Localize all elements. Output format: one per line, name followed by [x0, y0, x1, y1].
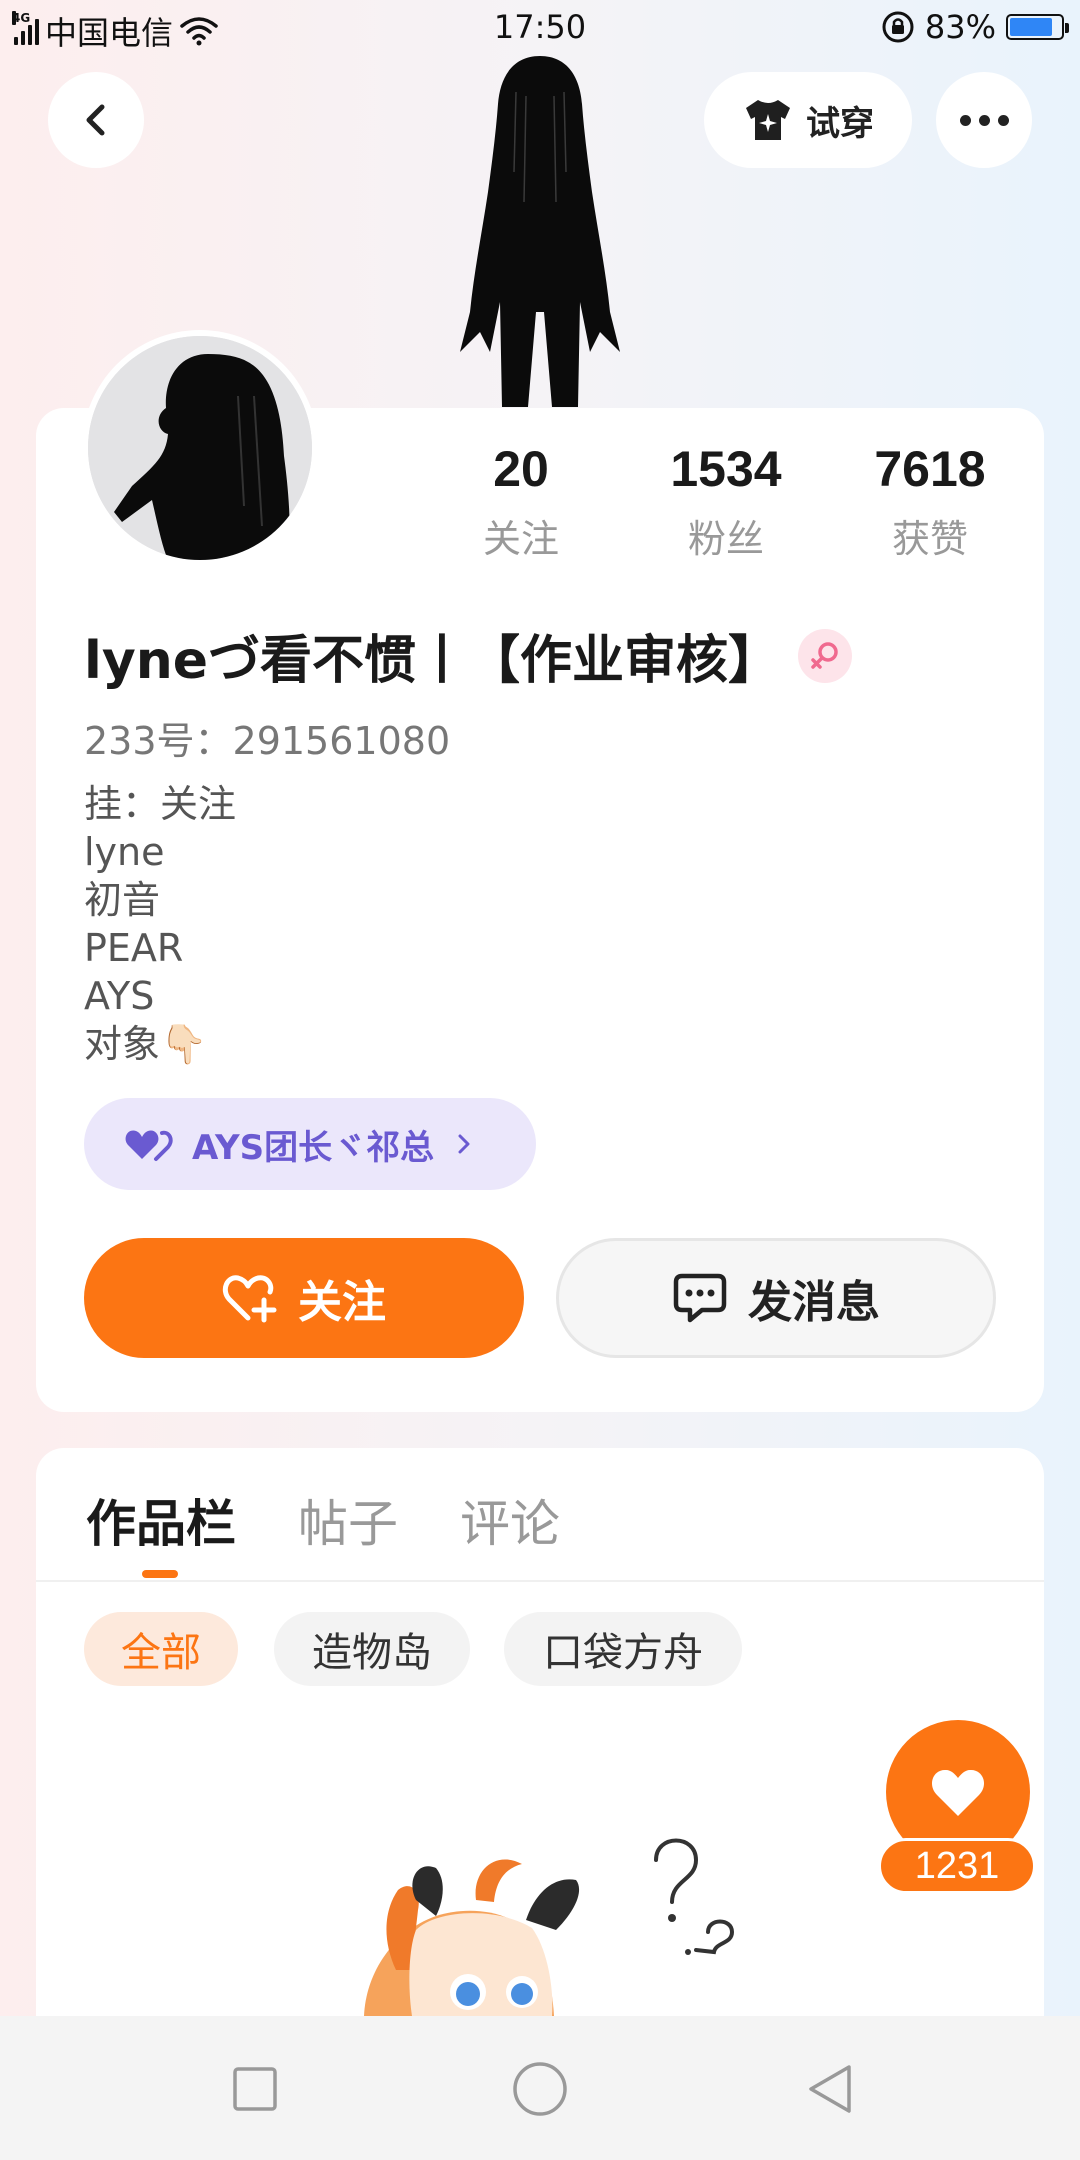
tab-posts[interactable]: 帖子 [298, 1484, 398, 1556]
bio-line: lyne [84, 830, 165, 874]
character-figure [460, 56, 620, 407]
back-nav-button[interactable] [796, 2054, 866, 2124]
tab-indicator [142, 1570, 178, 1578]
message-label: 发消息 [748, 1277, 880, 1328]
like-count: 1231 [878, 1838, 1036, 1894]
try-on-button[interactable]: 试穿 [704, 72, 912, 168]
tab-works[interactable]: 作品栏 [86, 1484, 236, 1556]
chip-creation-island[interactable]: 造物岛 [274, 1612, 470, 1686]
female-icon [798, 628, 853, 683]
status-bar: 4G 中国电信 17:50 83% [0, 0, 1080, 56]
heart-icon [931, 1769, 985, 1816]
stat-following[interactable]: 20 关注 [421, 440, 621, 563]
chat-bubble-icon [673, 1273, 727, 1323]
group-badge[interactable]: AYS团长ヾ祁总 [84, 1098, 536, 1190]
recent-apps-button[interactable] [220, 2054, 290, 2124]
avatar[interactable] [82, 330, 318, 566]
triangle-back-icon [809, 2065, 851, 2113]
bio-line: 对象👇🏻 [84, 1022, 208, 1066]
back-button[interactable] [48, 72, 144, 168]
chip-pocket-ark[interactable]: 口袋方舟 [504, 1612, 742, 1686]
battery-icon [1006, 14, 1069, 40]
battery-percent: 83% [924, 8, 996, 46]
follow-button[interactable]: 关注 [84, 1238, 524, 1358]
try-on-label: 试穿 [806, 103, 874, 144]
rotation-lock-icon [882, 11, 914, 43]
chevron-left-icon [86, 104, 105, 136]
status-right: 83% [881, 8, 1069, 46]
bio: 挂：关注 lyne 初音 PEAR AYS 对象👇🏻 [84, 780, 236, 1068]
username: lyneづ看不惯丨【作业审核】 [84, 631, 781, 691]
double-heart-icon [125, 1130, 173, 1161]
bio-line: 挂：关注 [84, 782, 237, 826]
stat-following-label: 关注 [482, 517, 559, 561]
tab-comments[interactable]: 评论 [460, 1484, 560, 1556]
stat-followers-value: 1534 [670, 441, 782, 497]
shirt-icon [746, 100, 790, 140]
square-icon [233, 2067, 277, 2111]
bio-line: AYS [84, 974, 155, 1018]
circle-icon [513, 2062, 567, 2116]
message-button[interactable]: 发消息 [556, 1238, 996, 1358]
chevron-right-icon [458, 1134, 470, 1154]
tab-divider [36, 1580, 1044, 1582]
more-dots-icon [959, 114, 1009, 126]
stat-followers-label: 粉丝 [687, 517, 764, 561]
more-button[interactable] [936, 72, 1032, 168]
user-id: 233号：291561080 [84, 719, 451, 763]
bio-line: PEAR [84, 926, 184, 970]
navigation-bar [0, 2016, 1080, 2160]
avatar-image [88, 336, 312, 560]
battery-fill [1010, 18, 1052, 36]
home-button[interactable] [505, 2054, 575, 2124]
stat-following-value: 20 [493, 441, 549, 497]
heart-plus-icon [222, 1275, 277, 1323]
chip-all[interactable]: 全部 [84, 1612, 238, 1686]
follow-label: 关注 [298, 1277, 386, 1328]
stat-followers[interactable]: 1534 粉丝 [626, 440, 826, 563]
stat-likes-value: 7618 [874, 441, 986, 497]
stat-likes[interactable]: 7618 获赞 [830, 440, 1030, 563]
stat-likes-label: 获赞 [891, 517, 968, 561]
group-label: AYS团长ヾ祁总 [192, 1127, 435, 1168]
username-row: lyneづ看不惯丨【作业审核】 [84, 618, 853, 693]
bio-line: 初音 [84, 878, 161, 922]
mascot-illustration [364, 1838, 735, 2016]
